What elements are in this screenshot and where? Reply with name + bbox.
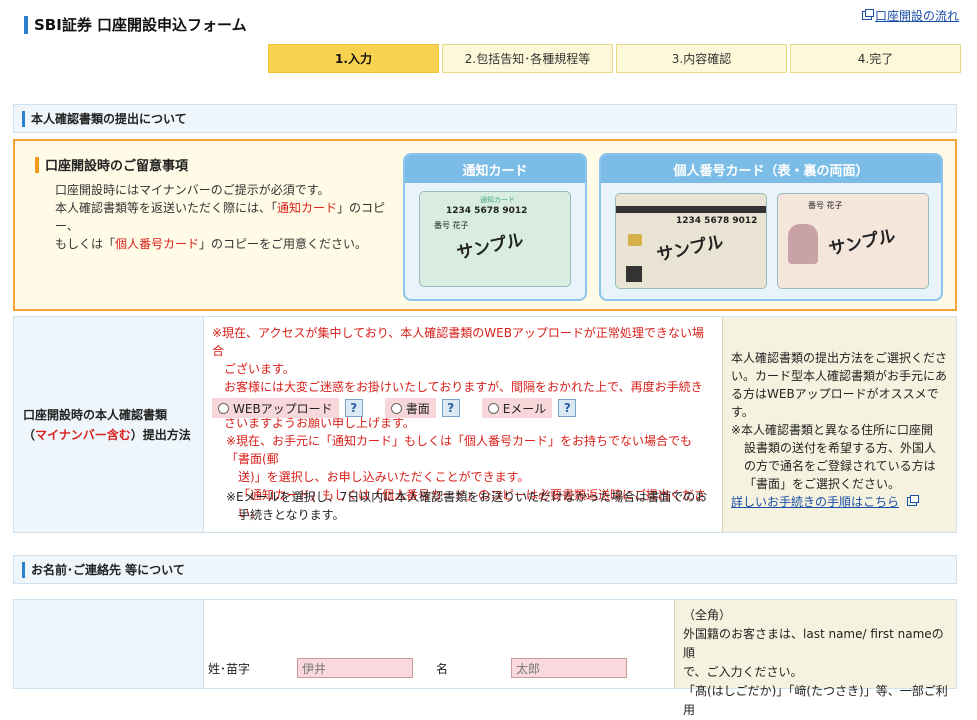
help-web-upload-icon[interactable]: ? — [344, 399, 363, 417]
step-complete: 4.完了 — [790, 44, 961, 73]
name-hint-cell: （全角） 外国籍のお客さまは、last name/ first nameの順 で… — [674, 600, 956, 717]
name-hint-text: （全角） 外国籍のお客さまは、last name/ first nameの順 で… — [683, 608, 948, 717]
option-email[interactable]: Eメール — [481, 398, 553, 418]
sample-watermark: サンプル — [655, 232, 726, 266]
external-window-icon — [861, 9, 874, 20]
surname-input[interactable]: 伊井 — [297, 658, 413, 678]
section-name-contact-header: お名前･ご連絡先 等について — [13, 555, 957, 584]
notice-line-1: 口座開設時にはマイナンバーのご提示が必須です。 — [55, 183, 330, 197]
help-paper-icon[interactable]: ? — [441, 399, 460, 417]
notice-box: 口座開設時のご留意事項 口座開設時にはマイナンバーのご提示が必須です。 本人確認… — [13, 139, 957, 311]
notification-card-image: 通知カード 1234 5678 9012 番号 花子 サンプル — [419, 191, 571, 287]
section-title: 本人確認書類の提出について — [31, 112, 187, 126]
notice-title: 口座開設時のご留意事項 — [35, 155, 188, 174]
surname-label: 姓･苗字 — [208, 662, 251, 676]
step-confirm: 3.内容確認 — [616, 44, 787, 73]
notice-body: 口座開設時にはマイナンバーのご提示が必須です。 本人確認書類等を返送いただく際に… — [55, 181, 405, 253]
section-id-documents-header: 本人確認書類の提出について — [13, 104, 957, 133]
submission-method-label: 口座開設時の本人確認書類 （マイナンバー含む）提出方法 — [23, 408, 191, 442]
submission-method-label-cell: 口座開設時の本人確認書類 （マイナンバー含む）提出方法 — [14, 317, 204, 532]
individual-number-card-title: 個人番号カード（表・裏の両面） — [601, 155, 941, 183]
account-flow-link[interactable]: 口座開設の流れ — [861, 7, 959, 24]
option-web-upload[interactable]: WEBアップロード — [212, 398, 339, 418]
step-indicator: 1.入力 2.包括告知･各種規程等 3.内容確認 4.完了 — [268, 44, 961, 73]
name-label-cell — [14, 600, 204, 688]
name-row: （全角） 外国籍のお客さまは、last name/ first nameの順 で… — [13, 599, 957, 717]
section-mark — [22, 561, 25, 578]
email-note: ※Eメールを選択し、7日以内に本人確認書類をお送りいただけなかった場合は書面での… — [226, 490, 708, 522]
given-name-label: 名 — [436, 662, 449, 676]
section-mark — [22, 110, 25, 127]
title-mark — [24, 15, 28, 34]
step-terms: 2.包括告知･各種規程等 — [442, 44, 613, 73]
section-title: お名前･ご連絡先 等について — [31, 563, 185, 577]
notice-line-2: 本人確認書類等を返送いただく際には、「通知カード」のコピー、 — [55, 201, 386, 233]
individual-number-card-front: 番号 花子 サンプル — [777, 193, 929, 289]
radio-email[interactable] — [487, 402, 499, 414]
given-name-input[interactable]: 太郎 — [511, 658, 627, 678]
step-input: 1.入力 — [268, 44, 439, 73]
sample-watermark: サンプル — [455, 230, 526, 264]
submission-method-options: WEBアップロード ? 書面 ? Eメール ? — [212, 398, 592, 418]
radio-paper[interactable] — [390, 402, 402, 414]
help-email-icon[interactable]: ? — [558, 399, 577, 417]
account-flow-link-label: 口座開設の流れ — [874, 9, 959, 23]
individual-number-card-back: 1234 5678 9012 サンプル — [615, 193, 767, 289]
external-window-icon — [906, 495, 919, 506]
notice-mark — [35, 156, 39, 173]
page-title-bar: SBI証券 口座開設申込フォーム — [24, 14, 247, 35]
notice-line-3: もしくは「個人番号カード」のコピーをご用意ください。 — [55, 237, 368, 251]
notice-title-text: 口座開設時のご留意事項 — [45, 159, 189, 174]
procedure-details-link[interactable]: 詳しいお手続きの手順はこちら — [731, 493, 953, 511]
page-title: SBI証券 口座開設申込フォーム — [34, 16, 247, 34]
submission-method-help-cell: 本人確認書類の提出方法をご選択くださ い。カード型本人確認書類がお手元にあ る方… — [722, 317, 956, 532]
submission-method-help-text: 本人確認書類の提出方法をご選択くださ い。カード型本人確認書類がお手元にあ る方… — [731, 349, 953, 511]
individual-number-card-sample: 個人番号カード（表・裏の両面） 1234 5678 9012 サンプル 番号 花… — [599, 153, 943, 301]
option-paper[interactable]: 書面 — [384, 398, 436, 418]
sample-watermark: サンプル — [827, 226, 898, 260]
notification-card-title: 通知カード — [405, 155, 585, 183]
notification-card-sample: 通知カード 通知カード 1234 5678 9012 番号 花子 サンプル — [403, 153, 587, 301]
radio-web-upload[interactable] — [218, 402, 229, 414]
